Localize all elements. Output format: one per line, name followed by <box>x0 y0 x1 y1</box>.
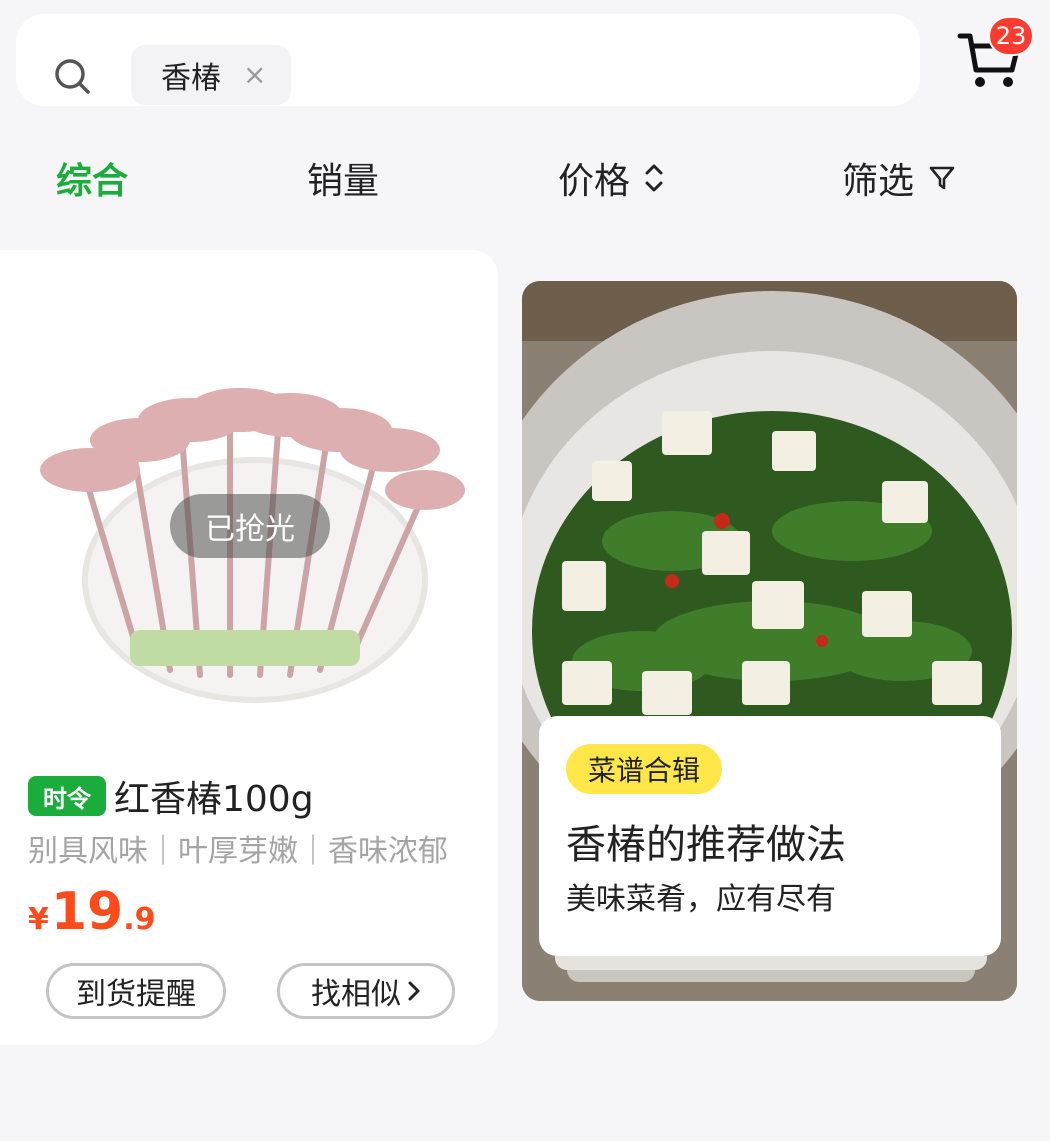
product-card[interactable]: 已抢光 时令 红香椿100g 别具风味｜叶厚芽嫩｜香味浓郁 ¥ 19 .9 到货… <box>0 250 498 1045</box>
sort-updown-icon <box>645 164 663 192</box>
sold-out-overlay: 已抢光 <box>170 494 330 558</box>
search-keyword: 香椿 <box>161 61 221 96</box>
clear-icon[interactable]: × <box>243 61 266 89</box>
tab-comprehensive[interactable]: 综合 <box>56 152 128 204</box>
price-integer: 19 <box>50 882 124 942</box>
recipe-card[interactable]: 菜谱合辑 香椿的推荐做法 美味菜肴，应有尽有 <box>522 281 1017 1001</box>
cart-count-badge: 23 <box>988 16 1034 56</box>
recipe-collection-tag: 菜谱合辑 <box>566 744 723 794</box>
product-title[interactable]: 红香椿100g <box>114 770 314 822</box>
tab-filter[interactable]: 筛选 <box>842 152 956 204</box>
find-similar-button[interactable]: 找相似 <box>277 963 455 1019</box>
tab-label: 销量 <box>307 161 380 202</box>
recipe-subtitle: 美味菜肴，应有尽有 <box>566 882 836 917</box>
product-subtitle: 别具风味｜叶厚芽嫩｜香味浓郁 <box>28 834 448 869</box>
search-bar[interactable]: 香椿 × <box>16 14 920 106</box>
search-icon[interactable] <box>52 56 92 96</box>
tab-price[interactable]: 价格 <box>558 152 664 204</box>
filter-icon <box>929 166 955 190</box>
seasonal-badge: 时令 <box>28 776 106 816</box>
recipe-title[interactable]: 香椿的推荐做法 <box>566 812 846 870</box>
tab-label: 价格 <box>558 161 631 202</box>
tab-label: 筛选 <box>842 161 915 202</box>
search-keyword-chip[interactable]: 香椿 × <box>131 45 291 105</box>
stack-shadow <box>567 970 975 982</box>
tab-label: 综合 <box>56 161 129 202</box>
recipe-info-panel[interactable]: 菜谱合辑 香椿的推荐做法 美味菜肴，应有尽有 <box>539 716 1001 956</box>
price-decimal: .9 <box>123 902 156 937</box>
arrival-reminder-button[interactable]: 到货提醒 <box>46 963 226 1019</box>
product-price: ¥ 19 .9 <box>28 882 156 942</box>
product-title-row[interactable]: 时令 红香椿100g <box>28 770 314 822</box>
button-label: 找相似 <box>311 977 401 1012</box>
chevron-right-icon <box>408 981 420 1001</box>
button-label: 到货提醒 <box>76 977 196 1012</box>
tab-sales[interactable]: 销量 <box>307 152 379 204</box>
price-currency: ¥ <box>28 902 49 937</box>
stack-shadow <box>555 956 987 970</box>
